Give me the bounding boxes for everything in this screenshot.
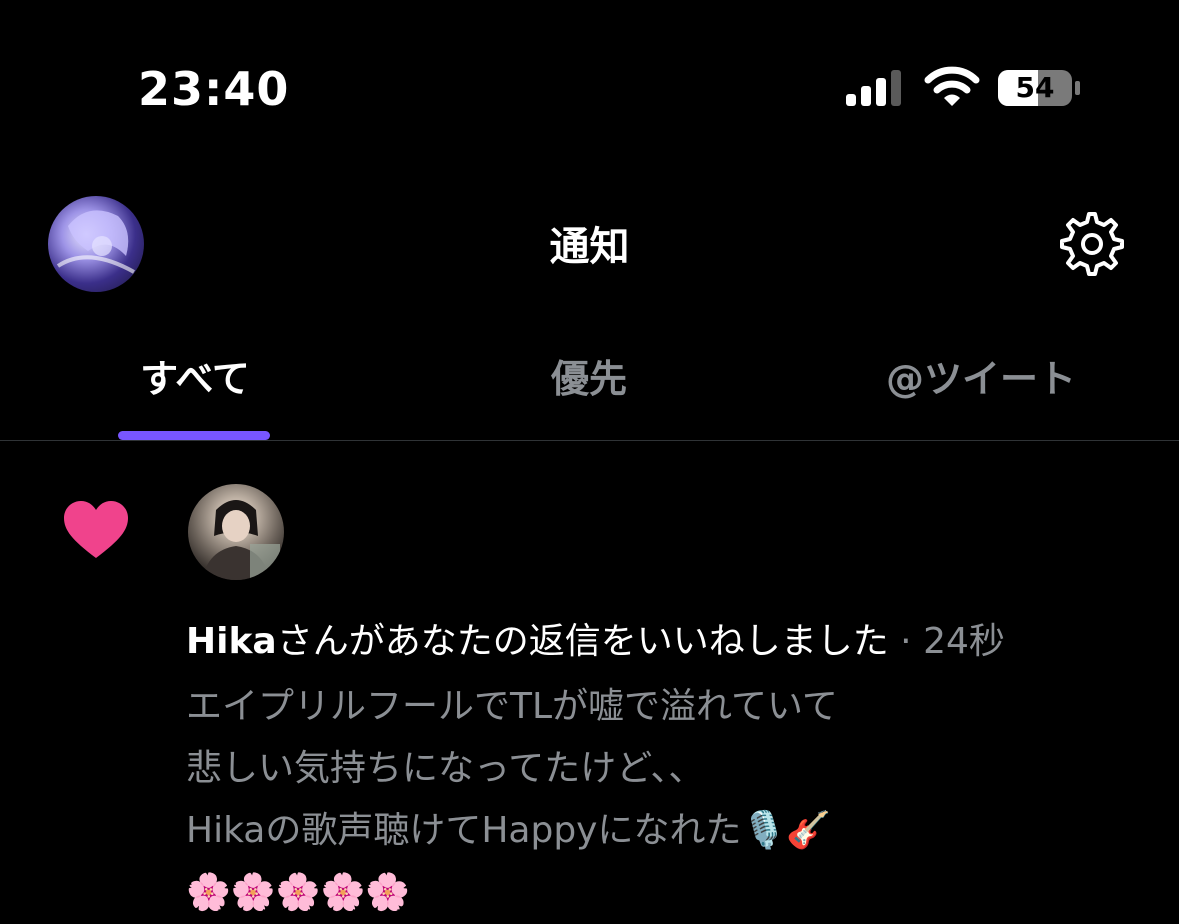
notification-time: 24秒	[923, 621, 1005, 662]
notification-username[interactable]: Hika	[186, 621, 277, 662]
tweet-line: 🌸🌸🌸🌸🌸	[186, 872, 411, 913]
tweet-line: エイプリルフールでTLが嘘で溢れていて	[186, 686, 838, 727]
notification-separator: ·	[888, 621, 924, 662]
tweet-line: Hikaの歌声聴けてHappyになれた🎙️🎸	[186, 810, 832, 851]
battery-percent: 54	[1015, 71, 1055, 104]
tab-mentions[interactable]: @ツイート	[846, 348, 1116, 403]
cellular-signal-icon	[846, 70, 901, 106]
tab-all[interactable]: すべて	[120, 348, 270, 403]
wifi-icon	[924, 66, 980, 106]
status-time: 23:40	[138, 62, 290, 116]
tab-priority[interactable]: 優先	[514, 348, 664, 403]
avatar-image	[202, 500, 280, 580]
heart-icon	[64, 501, 128, 558]
notification-action: さんがあなたの返信をいいねしました	[276, 621, 889, 662]
page-title: 通知	[549, 224, 630, 270]
battery-indicator: 54	[998, 68, 1082, 108]
notification-text[interactable]: Hikaさんがあなたの返信をいいねしました · 24秒	[186, 612, 1005, 664]
tab-divider	[0, 440, 1179, 441]
user-avatar-hika[interactable]	[188, 484, 284, 580]
settings-gear-icon[interactable]	[1058, 210, 1126, 278]
tweet-line: 悲しい気持ちになってたけど、、	[186, 748, 705, 789]
active-tab-indicator	[118, 431, 270, 440]
liked-tweet-text[interactable]: エイプリルフールでTLが嘘で溢れていて 悲しい気持ちになってたけど、、 Hika…	[186, 676, 1136, 924]
